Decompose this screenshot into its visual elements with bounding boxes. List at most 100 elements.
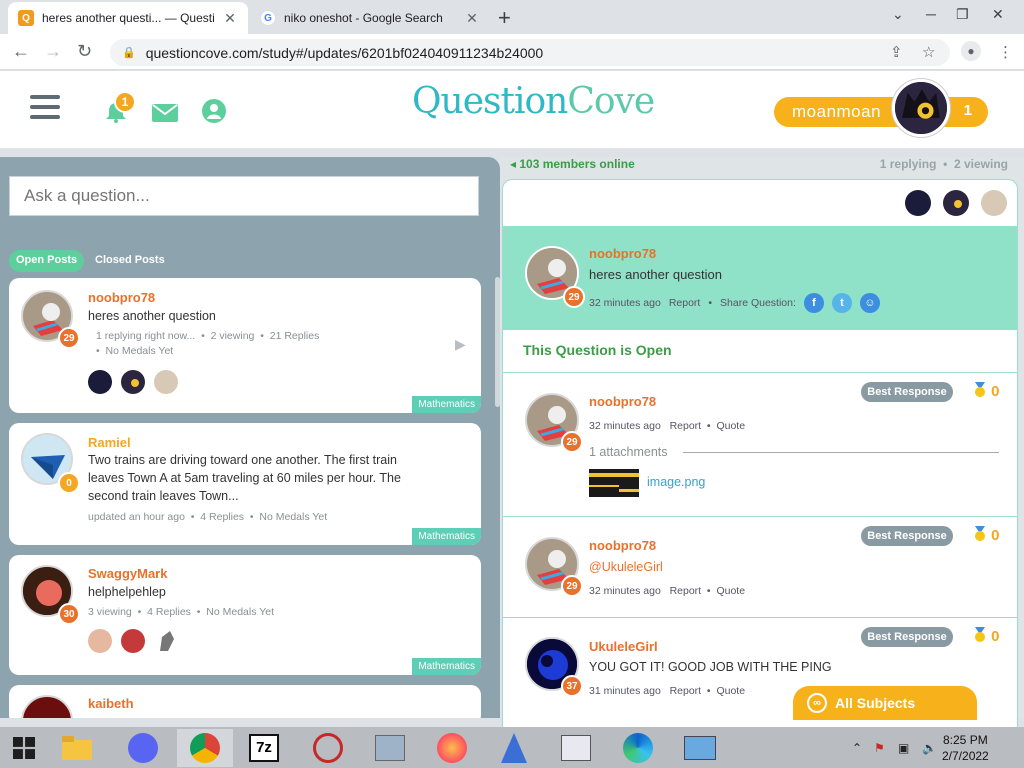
subject-tag[interactable]: Mathematics [412,658,481,675]
quote-link[interactable]: Quote [716,420,745,432]
user-avatar[interactable] [892,79,950,137]
post-meta: 1 replying right now... • 2 viewing • 21… [96,330,320,342]
subject-tag[interactable]: Mathematics [412,528,481,545]
twitter-icon[interactable]: t [831,293,852,313]
reply-author[interactable]: noobpro78 [589,538,656,553]
user-menu[interactable]: moanmoan 1 [774,97,988,127]
share-icon[interactable]: ⇪ [890,43,903,61]
profile-icon[interactable]: ● [961,41,981,61]
reply-author[interactable]: noobpro78 [589,394,656,409]
7zip-icon[interactable]: 7z [236,729,292,767]
system-app-icon[interactable] [362,729,418,767]
all-subjects-button[interactable]: ∞ All Subjects [793,686,977,720]
chrome-icon[interactable] [177,729,233,767]
viewer-avatar[interactable] [905,190,931,216]
post-author[interactable]: Ramiel [88,435,131,450]
best-response-button[interactable]: Best Response [861,382,953,402]
attachment-link[interactable]: image.png [647,475,705,489]
tab-search-chevron-icon[interactable]: ⌄ [892,6,904,23]
best-response-button[interactable]: Best Response [861,526,953,546]
post-author[interactable]: SwaggyMark [88,566,167,581]
network-icon[interactable]: ▣ [898,741,909,755]
hamburger-menu-icon[interactable] [30,95,60,119]
app-icon[interactable] [486,729,542,767]
viewer-avatar[interactable] [981,190,1007,216]
edge-icon[interactable] [610,729,666,767]
post-author[interactable]: noobpro78 [88,290,155,305]
reply-author[interactable]: UkuleleGirl [589,639,658,654]
file-explorer-icon[interactable] [49,729,105,767]
forward-icon[interactable]: → [44,41,62,62]
tab-closed-posts[interactable]: Closed Posts [88,250,172,272]
paint-icon[interactable] [548,729,604,767]
medal-count[interactable]: 0 [973,627,1000,645]
report-link[interactable]: Report [670,420,702,432]
viewer-avatar[interactable] [154,629,178,653]
reply-meta: 32 minutes ago Report • Quote [589,585,746,597]
post-author[interactable]: kaibeth [88,696,134,711]
activity-status: 1 replying • 2 viewing [879,157,1008,171]
question-author[interactable]: noobpro78 [589,246,656,261]
start-button[interactable] [0,729,48,767]
firefox-icon[interactable] [424,729,480,767]
browser-tab-bar: Q heres another questi... — Questi ✕ G n… [0,0,1024,34]
minimize-icon[interactable]: ─ [926,6,936,22]
post-card[interactable]: 30 SwaggyMark helphelpehlep 3 viewing • … [9,555,481,675]
new-tab-icon[interactable]: + [498,5,511,31]
back-icon[interactable]: ← [12,41,30,62]
ask-question-input[interactable] [9,176,479,216]
viewer-avatar[interactable] [88,629,112,653]
viewer-avatar[interactable] [154,370,178,394]
members-online[interactable]: ◂ 103 members online [510,157,635,171]
discord-icon[interactable] [115,729,171,767]
post-card[interactable]: 29 noobpro78 heres another question 1 re… [9,278,481,413]
reload-icon[interactable]: ↻ [77,41,92,62]
quote-link[interactable]: Quote [716,585,745,597]
subject-tag[interactable]: Mathematics [412,396,481,413]
share-user-icon[interactable]: ☺ [859,293,880,313]
report-link[interactable]: Report [670,585,702,597]
mail-icon[interactable] [152,104,178,122]
system-clock[interactable]: 8:25 PM 2/7/2022 [942,732,989,764]
viewer-avatar[interactable] [88,370,112,394]
site-header: 1 QuestionCove moanmoan 1 [0,71,1024,149]
browser-tab-questioncove[interactable]: Q heres another questi... — Questi ✕ [8,2,248,34]
post-text: heres another question [88,309,216,323]
close-tab-icon[interactable]: ✕ [222,10,238,27]
post-card[interactable]: kaibeth [9,685,481,718]
browser-tab-google[interactable]: G niko oneshot - Google Search ✕ [250,2,490,34]
facebook-icon[interactable]: f [803,293,824,313]
photos-icon[interactable] [672,729,728,767]
address-bar: ← → ↻ 🔒 questioncove.com/study#/updates/… [0,34,1024,70]
restore-icon[interactable]: ❐ [956,6,969,23]
attachment-thumbnail[interactable] [589,469,639,497]
report-link[interactable]: Report [670,685,702,697]
menu-dots-icon[interactable]: ⋮ [998,43,1013,61]
reply-text[interactable]: @UkuleleGirl [589,560,663,574]
viewer-avatar[interactable] [943,190,969,216]
post-card[interactable]: 0 Ramiel Two trains are driving toward o… [9,423,481,545]
expand-arrow-icon[interactable]: ▶ [455,336,466,353]
viewer-avatar[interactable] [121,629,145,653]
tray-chevron-icon[interactable]: ⌃ [852,741,862,755]
close-window-icon[interactable]: ✕ [992,6,1004,23]
medal-count[interactable]: 0 [973,382,1000,400]
flag-icon[interactable]: ⚑ [874,741,885,755]
quote-link[interactable]: Quote [716,685,745,697]
medal-icon [975,382,985,397]
reply: 29 noobpro78 32 minutes ago Report • Quo… [503,373,1017,516]
viewer-avatar[interactable] [121,370,145,394]
blocked-app-icon[interactable] [300,729,356,767]
bookmark-star-icon[interactable]: ☆ [922,43,935,61]
medal-count[interactable]: 0 [973,526,1000,544]
tab-open-posts[interactable]: Open Posts [9,250,85,272]
volume-icon[interactable]: 🔈 [922,741,937,755]
url-field[interactable]: 🔒 questioncove.com/study#/updates/6201bf… [110,39,950,66]
best-response-button[interactable]: Best Response [861,627,953,647]
infinity-icon: ∞ [807,693,827,713]
user-profile-icon[interactable] [202,99,226,123]
close-tab-icon[interactable]: ✕ [464,10,480,27]
questioncove-logo[interactable]: QuestionCove [412,81,655,122]
reply-meta: 32 minutes ago Report • Quote [589,420,746,432]
report-link[interactable]: Report [669,297,701,309]
